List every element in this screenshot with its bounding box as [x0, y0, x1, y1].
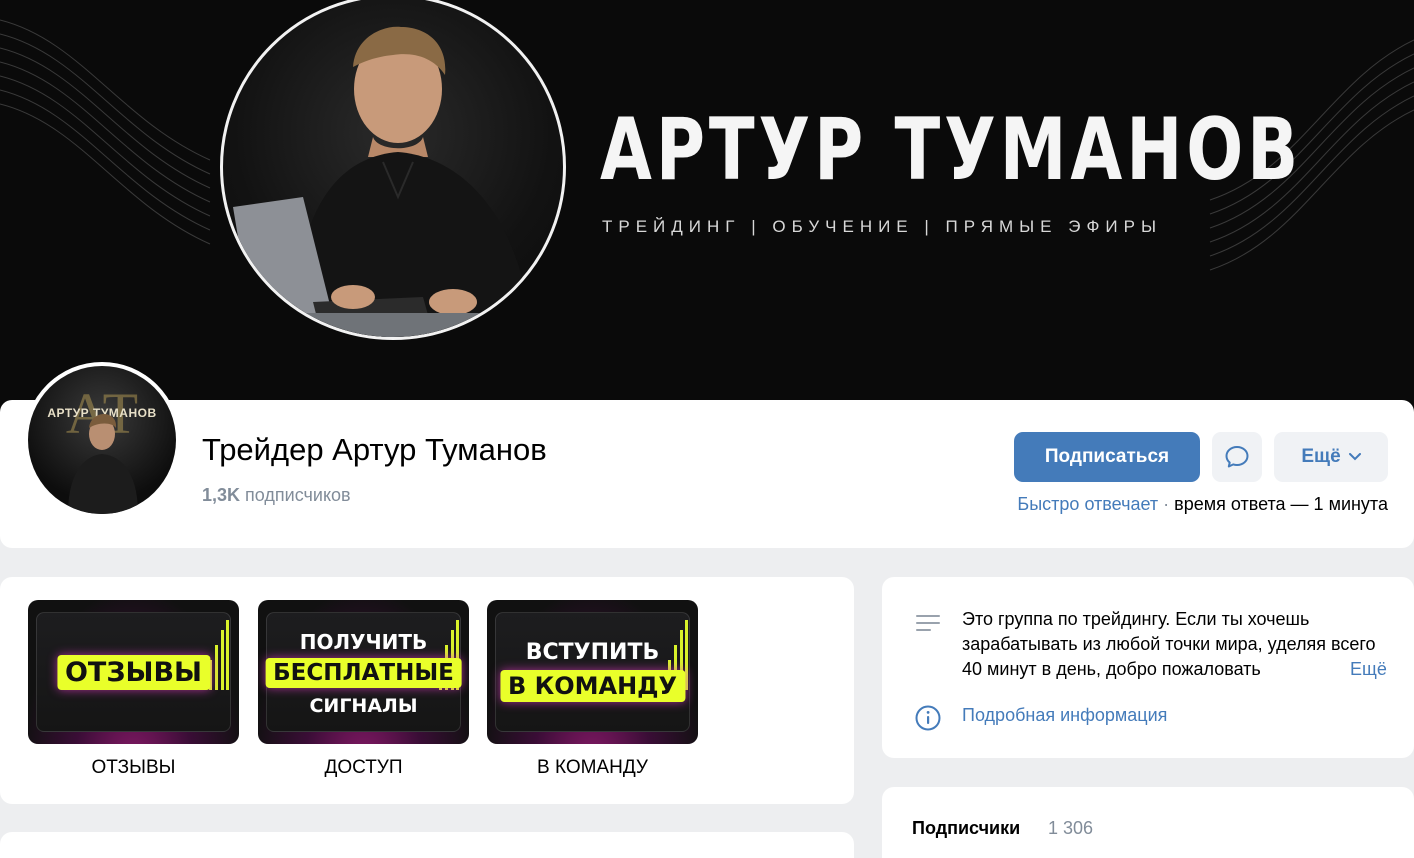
detailed-info-link[interactable]: Подробная информация — [962, 705, 1167, 726]
avatar-person-illustration — [68, 414, 138, 514]
reply-separator: · — [1163, 494, 1170, 514]
group-name: Трейдер Артур Туманов — [202, 432, 547, 467]
reply-fast-label[interactable]: Быстро отвечает — [1017, 494, 1158, 514]
tile-caption-access[interactable]: ДОСТУП — [258, 757, 469, 779]
cover-title: АРТУР ТУМАНОВ — [600, 100, 1303, 200]
chevron-down-icon — [1348, 453, 1361, 461]
followers-count: 1 306 — [1048, 818, 1094, 838]
cover-subtitle: ТРЕЙДИНГ | ОБУЧЕНИЕ | ПРЯМЫЕ ЭФИРЫ — [602, 217, 1162, 236]
wall-card — [0, 832, 854, 858]
person-illustration — [223, 26, 563, 337]
cover-portrait-photo — [220, 0, 566, 340]
more-button[interactable]: Ещё — [1274, 432, 1388, 482]
tile-reviews[interactable]: ОТЗЫВЫ — [28, 600, 239, 744]
cover-waves-decoration — [0, 19, 1414, 271]
message-button[interactable] — [1212, 432, 1262, 482]
reply-status: Быстро отвечает · время ответа — 1 минут… — [1017, 494, 1388, 515]
followers-label[interactable]: Подписчики — [912, 818, 1020, 839]
group-header-card — [0, 400, 1414, 548]
subscribers-number: 1,3K — [202, 485, 241, 505]
tile-caption-team[interactable]: В КОМАНДУ — [487, 757, 698, 779]
tile-access[interactable]: ПОЛУЧИТЬ БЕСПЛАТНЫЕ СИГНАЛЫ — [258, 600, 469, 744]
text-lines-icon — [916, 615, 940, 631]
cover-image: АРТУР ТУМАНОВ ТРЕЙДИНГ | ОБУЧЕНИЕ | ПРЯМ… — [0, 0, 1414, 425]
tile-team[interactable]: ВСТУПИТЬ В КОМАНДУ — [487, 600, 698, 744]
subscribe-button[interactable]: Подписаться — [1014, 432, 1200, 482]
group-description: Это группа по трейдингу. Если ты хочешь … — [962, 609, 1376, 679]
tile-line1: ВСТУПИТЬ — [525, 640, 660, 665]
message-icon — [1225, 446, 1249, 468]
description-more-link[interactable]: Ещё — [1334, 657, 1387, 682]
bars-decoration — [209, 620, 229, 690]
subscribers-count[interactable]: 1,3K подписчиков — [202, 485, 351, 506]
info-icon — [915, 705, 941, 731]
tile-highlight: В КОМАНДУ — [499, 670, 686, 702]
tile-highlight: ОТЗЫВЫ — [56, 655, 211, 690]
tile-line1: ПОЛУЧИТЬ — [299, 630, 428, 654]
subscribers-label: подписчиков — [245, 485, 351, 505]
group-avatar[interactable]: АТ АРТУР ТУМАНОВ — [24, 362, 180, 518]
reply-time: время ответа — 1 минута — [1174, 494, 1388, 514]
tile-line3: СИГНАЛЫ — [309, 695, 418, 717]
more-button-label: Ещё — [1301, 446, 1341, 467]
tile-caption-reviews[interactable]: ОТЗЫВЫ — [28, 757, 239, 779]
tile-highlight: БЕСПЛАТНЫЕ — [265, 658, 462, 688]
